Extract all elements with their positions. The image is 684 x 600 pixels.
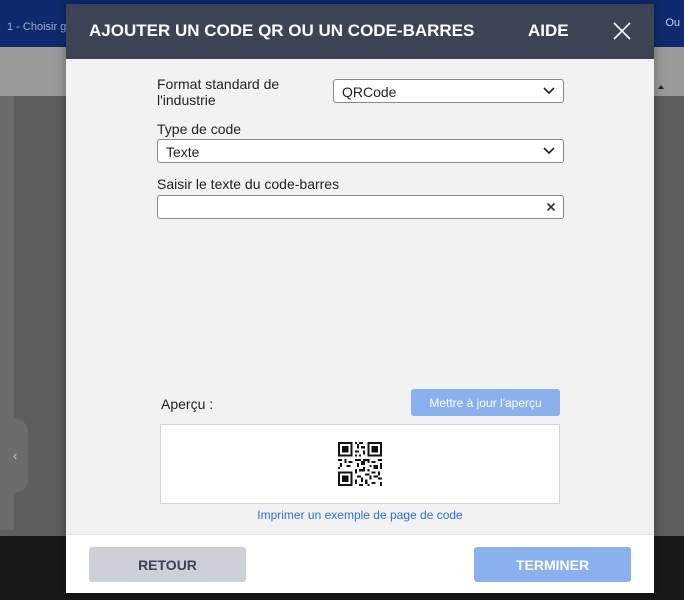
help-link[interactable]: AIDE [528, 21, 569, 41]
dialog-title: AJOUTER UN CODE QR OU UN CODE-BARRES [89, 21, 475, 40]
finish-button[interactable]: TERMINER [474, 547, 631, 582]
format-selected-value: QRCode [342, 84, 397, 100]
chevron-down-icon [543, 87, 555, 95]
barcode-text-label: Saisir le texte du code-barres [157, 176, 340, 192]
code-type-select[interactable]: Texte [157, 139, 564, 163]
close-icon[interactable] [612, 21, 632, 41]
app-step-tab[interactable]: 1 - Choisir g [0, 21, 66, 33]
toolbar-caret-icon [658, 85, 664, 89]
format-label: Format standard de l'industrie [157, 76, 280, 108]
format-select[interactable]: QRCode [333, 79, 564, 103]
back-button[interactable]: RETOUR [89, 547, 246, 582]
preview-label: Aperçu : [161, 396, 214, 412]
dialog-header: AJOUTER UN CODE QR OU UN CODE-BARRES AID… [66, 4, 654, 59]
update-preview-button[interactable]: Mettre à jour l'aperçu [411, 389, 560, 416]
app-top-right-label[interactable]: Ou [665, 17, 680, 29]
preview-box [160, 424, 560, 504]
code-type-selected-value: Texte [166, 144, 200, 160]
barcode-text-input[interactable] [157, 195, 564, 219]
print-sample-link[interactable]: Imprimer un exemple de page de code [66, 508, 654, 522]
clear-icon[interactable] [544, 200, 558, 214]
dialog-footer: RETOUR TERMINER [66, 534, 654, 593]
chevron-left-icon[interactable]: ‹ [13, 448, 17, 463]
add-qr-barcode-dialog: AJOUTER UN CODE QR OU UN CODE-BARRES AID… [66, 4, 654, 593]
chevron-down-icon [543, 147, 555, 155]
qr-code-icon [338, 442, 382, 486]
code-type-label: Type de code [157, 121, 242, 137]
